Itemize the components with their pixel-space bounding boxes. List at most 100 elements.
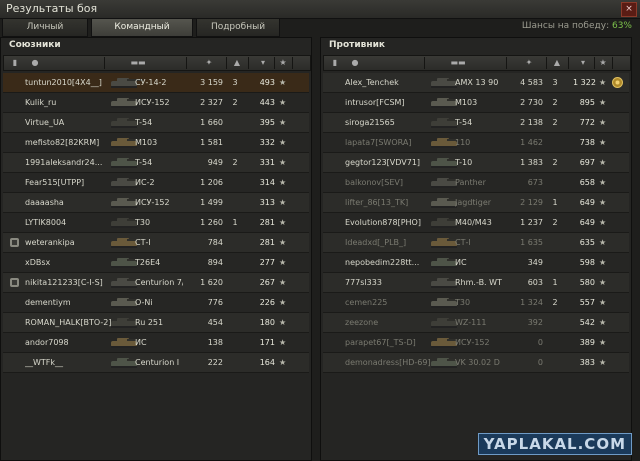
frags-value: 3 — [232, 78, 238, 87]
damage-value: 1 237 — [520, 218, 543, 227]
player-name[interactable]: ROMAN_HALK[BTO-2] — [25, 313, 113, 332]
star-column-icon[interactable]: ★ — [276, 58, 290, 68]
table-row[interactable]: lapata7[SWORA] 110 1 462 738 ★ — [323, 133, 629, 153]
player-name[interactable]: __WTFk__ — [25, 353, 113, 372]
table-row[interactable]: parapet67[_TS-D] ИСУ-152 0 389 ★ — [323, 333, 629, 353]
table-row[interactable]: Kulik_ru ИСУ-152 2 327 2 443 ★ — [3, 93, 309, 113]
frags-column-icon[interactable]: ▲ — [228, 58, 246, 68]
table-row[interactable]: daaaasha ИСУ-152 1 499 313 ★ — [3, 193, 309, 213]
player-name[interactable]: Fear515[UTPP] — [25, 173, 113, 192]
player-name[interactable]: balkonov[SEV] — [345, 173, 433, 192]
player-name[interactable]: nikita121233[C-I-S] — [25, 273, 113, 292]
player-name[interactable]: LYTIK8004 — [25, 213, 113, 232]
tank-column-icon[interactable]: ▬▬ — [118, 58, 158, 68]
enemies-panel: Противник ▮ ● ▬▬ ✦ ▲ ▾ ★ Alex_Tenchek AMX… — [320, 37, 632, 461]
player-name[interactable]: lifter_86[13_TK] — [345, 193, 433, 212]
tab-team-result[interactable]: Командный результат — [91, 18, 193, 49]
xp-column-icon[interactable]: ▾ — [572, 58, 594, 68]
player-name[interactable]: Alex_Tenchek — [345, 73, 433, 92]
player-name[interactable]: cemen225 — [345, 293, 433, 312]
player-name[interactable]: siroga21565 — [345, 113, 433, 132]
table-row[interactable]: lifter_86[13_TK] Jagdtiger 2 129 1 649 ★ — [323, 193, 629, 213]
tank-name: Rhm.-B. WT — [455, 278, 502, 287]
star-icon: ★ — [599, 138, 607, 147]
damage-column-icon[interactable]: ✦ — [192, 58, 226, 68]
player-name[interactable]: tuntun2010[4X4__] — [25, 73, 113, 92]
close-button[interactable]: × — [621, 2, 637, 17]
player-name[interactable]: Kulik_ru — [25, 93, 113, 112]
table-row[interactable]: balkonov[SEV] Panther 673 658 ★ — [323, 173, 629, 193]
player-name[interactable]: demonadress[HD-69] — [345, 353, 433, 372]
player-column-icon[interactable]: ● — [28, 58, 42, 68]
player-name[interactable]: mefisto82[82KRM] — [25, 133, 113, 152]
player-column-icon[interactable]: ● — [348, 58, 362, 68]
table-row[interactable]: Evolution878[PHO] M40/M43 1 237 2 649 ★ — [323, 213, 629, 233]
damage-value: 784 — [207, 238, 223, 247]
table-row[interactable]: 777sl333 Rhm.-B. WT 603 1 580 ★ — [323, 273, 629, 293]
table-row[interactable]: 1991aleksandr24... T-54 949 2 331 ★ — [3, 153, 309, 173]
player-name[interactable]: intrusor[FCSM] — [345, 93, 433, 112]
tank-name: СТ-I — [135, 238, 151, 247]
table-row[interactable]: zeezone WZ-111 392 542 ★ — [323, 313, 629, 333]
frags-value: 2 — [552, 158, 558, 167]
player-name[interactable]: 1991aleksandr24... — [25, 153, 113, 172]
tank-name: Ru 251 — [135, 318, 164, 327]
player-name[interactable]: xDBsx — [25, 253, 113, 272]
frags-value: 2 — [232, 158, 238, 167]
tank-name: СУ-14-2 — [135, 78, 167, 87]
table-row[interactable]: Fear515[UTPP] ИС-2 1 206 314 ★ — [3, 173, 309, 193]
table-row[interactable]: intrusor[FCSM] M103 2 730 2 895 ★ — [323, 93, 629, 113]
table-row[interactable]: ROMAN_HALK[BTO-2] Ru 251 454 180 ★ — [3, 313, 309, 333]
win-chance-value: 63% — [611, 21, 632, 31]
star-column-icon[interactable]: ★ — [596, 58, 610, 68]
damage-value: 894 — [207, 258, 223, 267]
tab-personal-result[interactable]: Личный результат — [2, 18, 88, 49]
player-name[interactable]: gegtor123[VDV71] — [345, 153, 433, 172]
player-name[interactable]: nepobedim228tt... — [345, 253, 433, 272]
table-row[interactable]: __WTFk__ Centurion I 222 164 ★ — [3, 353, 309, 373]
table-row[interactable]: Alex_Tenchek AMX 13 90 4 583 3 1 322 ★ — [323, 73, 629, 93]
damage-value: 3 159 — [200, 78, 223, 87]
star-icon: ★ — [279, 198, 287, 207]
platoon-column-icon[interactable]: ▮ — [8, 58, 22, 68]
table-row[interactable]: weterankipa СТ-I 784 281 ★ — [3, 233, 309, 253]
table-row[interactable]: gegtor123[VDV71] T-10 1 383 2 697 ★ — [323, 153, 629, 173]
player-name[interactable]: dementiym — [25, 293, 113, 312]
table-row[interactable]: Ideadxd[_PLB_] СТ-I 1 635 635 ★ — [323, 233, 629, 253]
table-row[interactable]: cemen225 T30 1 324 2 557 ★ — [323, 293, 629, 313]
table-row[interactable]: xDBsx T26E4 894 277 ★ — [3, 253, 309, 273]
xp-value: 649 — [579, 218, 595, 227]
player-name[interactable]: Ideadxd[_PLB_] — [345, 233, 433, 252]
player-name[interactable]: Virtue_UA — [25, 113, 113, 132]
table-row[interactable]: LYTIK8004 T30 1 260 1 281 ★ — [3, 213, 309, 233]
allies-column-header: ▮ ● ▬▬ ✦ ▲ ▾ ★ — [3, 55, 311, 71]
tank-name: T-54 — [135, 118, 153, 127]
player-name[interactable]: daaaasha — [25, 193, 113, 212]
frags-column-icon[interactable]: ▲ — [548, 58, 566, 68]
tank-column-icon[interactable]: ▬▬ — [438, 58, 478, 68]
table-row[interactable]: dementiym O-Ni 776 226 ★ — [3, 293, 309, 313]
player-name[interactable]: Evolution878[PHO] — [345, 213, 433, 232]
xp-column-icon[interactable]: ▾ — [252, 58, 274, 68]
xp-value: 697 — [579, 158, 595, 167]
tank-name: T30 — [135, 218, 151, 227]
platoon-column-icon[interactable]: ▮ — [328, 58, 342, 68]
player-name[interactable]: zeezone — [345, 313, 433, 332]
table-row[interactable]: tuntun2010[4X4__] СУ-14-2 3 159 3 493 ★ — [3, 73, 309, 93]
table-row[interactable]: mefisto82[82KRM] M103 1 581 332 ★ — [3, 133, 309, 153]
table-row[interactable]: demonadress[HD-69] VK 30.02 D 0 383 ★ — [323, 353, 629, 373]
tab-detailed-report[interactable]: Подробный отчёт — [196, 18, 280, 49]
table-row[interactable]: siroga21565 T-54 2 138 2 772 ★ — [323, 113, 629, 133]
enemies-column-header: ▮ ● ▬▬ ✦ ▲ ▾ ★ — [323, 55, 631, 71]
player-name[interactable]: andor7098 — [25, 333, 113, 352]
player-name[interactable]: lapata7[SWORA] — [345, 133, 433, 152]
table-row[interactable]: Virtue_UA T-54 1 660 395 ★ — [3, 113, 309, 133]
table-row[interactable]: nikita121233[C-I-S] Centurion 7/1 1 620 267… — [3, 273, 309, 293]
damage-column-icon[interactable]: ✦ — [512, 58, 546, 68]
player-name[interactable]: parapet67[_TS-D] — [345, 333, 433, 352]
player-name[interactable]: weterankipa — [25, 233, 113, 252]
table-row[interactable]: nepobedim228tt... ИС 349 598 ★ — [323, 253, 629, 273]
table-row[interactable]: andor7098 ИС 138 171 ★ — [3, 333, 309, 353]
player-name[interactable]: 777sl333 — [345, 273, 433, 292]
xp-value: 635 — [579, 238, 595, 247]
